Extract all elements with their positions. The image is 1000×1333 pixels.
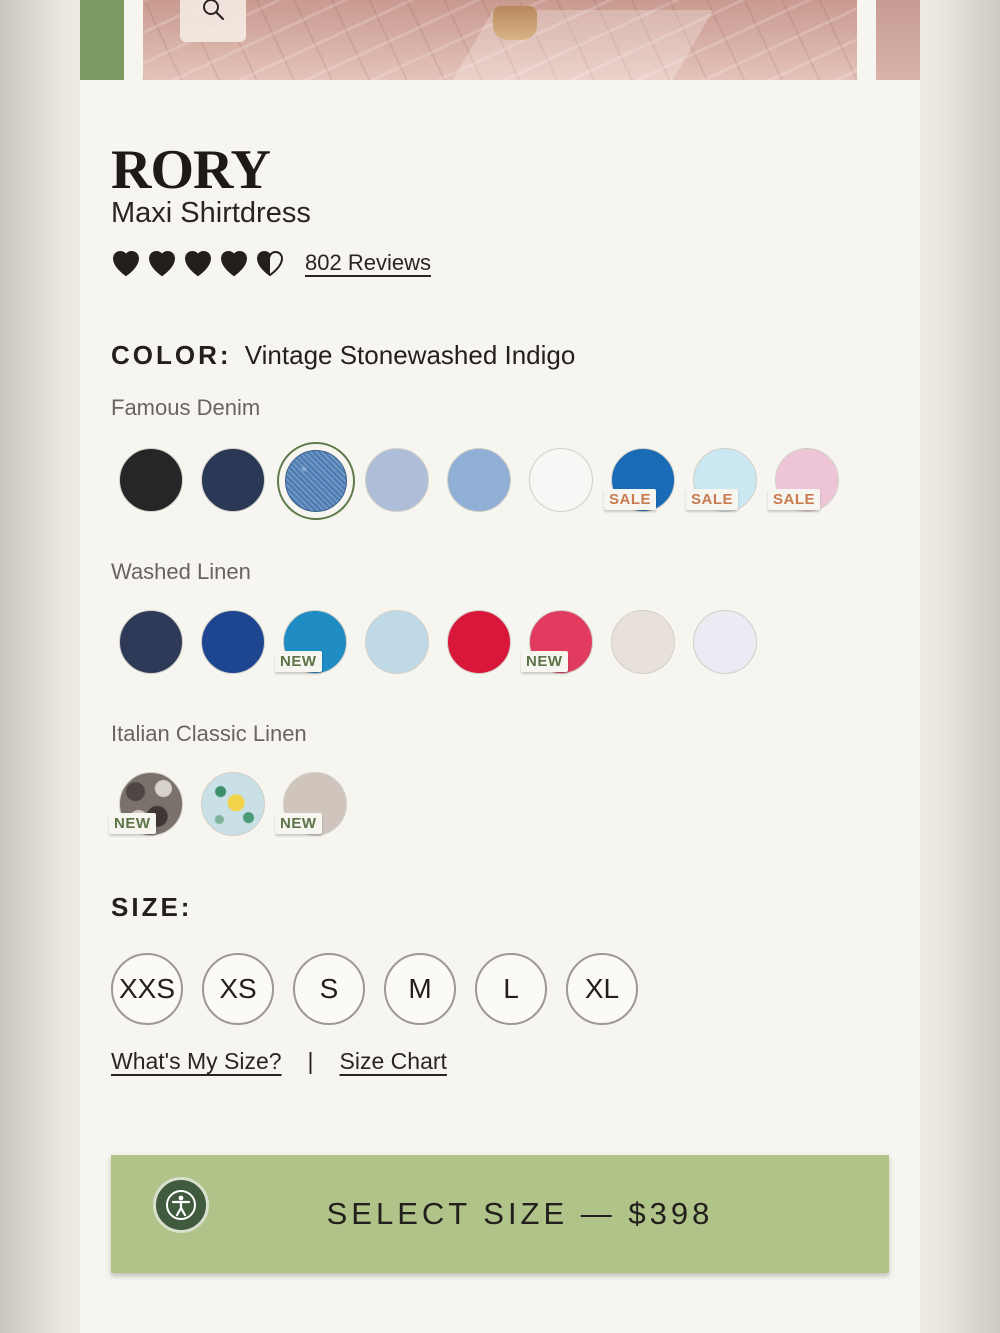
swatch-circle — [119, 610, 183, 674]
product-image[interactable] — [143, 0, 857, 80]
color-swatch[interactable] — [528, 447, 596, 515]
swatch-circle — [447, 610, 511, 674]
swatch-circle — [201, 772, 265, 836]
color-swatch[interactable] — [118, 609, 186, 677]
swatch-circle — [693, 610, 757, 674]
swatch-circle — [201, 448, 265, 512]
color-swatch[interactable] — [364, 609, 432, 677]
heart-icon — [256, 250, 284, 277]
color-swatch[interactable]: NEW — [275, 771, 350, 839]
size-option-xs[interactable]: XS — [202, 953, 274, 1025]
group-title-washed-linen: Washed Linen — [111, 559, 251, 584]
gallery-thumb-left[interactable] — [80, 0, 124, 80]
color-swatch[interactable] — [200, 447, 268, 515]
color-swatch[interactable]: SALE — [604, 447, 678, 515]
reviews-link[interactable]: 802 Reviews — [305, 250, 431, 276]
color-swatch[interactable] — [118, 447, 186, 515]
new-badge: NEW — [521, 651, 568, 672]
selected-swatch-circle — [277, 442, 355, 520]
size-options: XXS XS S M L XL — [111, 953, 657, 1025]
rating: 802 Reviews — [111, 248, 431, 278]
color-swatch[interactable]: SALE — [768, 447, 842, 515]
sale-badge: SALE — [768, 489, 821, 510]
color-label-key: COLOR: — [111, 340, 232, 370]
swatch-circle — [365, 610, 429, 674]
group-title-famous-denim: Famous Denim — [111, 395, 261, 420]
select-size-button[interactable]: SELECT SIZE — $398 — [111, 1155, 889, 1273]
color-swatch[interactable] — [364, 447, 432, 515]
color-label: COLOR: Vintage Stonewashed Indigo — [111, 340, 575, 371]
new-badge: NEW — [275, 651, 322, 672]
size-option-l[interactable]: L — [475, 953, 547, 1025]
new-badge: NEW — [275, 813, 322, 834]
product-page: RORY Maxi Shirtdress 802 Reviews COLOR: … — [80, 0, 920, 1333]
color-swatch[interactable] — [200, 609, 268, 677]
color-swatch[interactable]: NEW — [521, 609, 596, 677]
sale-badge: SALE — [604, 489, 657, 510]
group-title-italian-classic-linen: Italian Classic Linen — [111, 721, 307, 746]
color-swatch[interactable] — [692, 609, 760, 677]
heart-icon — [148, 250, 176, 277]
selected-color-name: Vintage Stonewashed Indigo — [244, 340, 576, 370]
swatch-circle — [365, 448, 429, 512]
image-gallery[interactable] — [80, 0, 920, 80]
size-help-links: What's My Size? | Size Chart — [111, 1048, 447, 1075]
accessibility-button[interactable] — [153, 1177, 209, 1233]
color-swatch[interactable]: SALE — [686, 447, 760, 515]
heart-icon — [220, 250, 248, 277]
color-swatch[interactable] — [446, 447, 514, 515]
heart-icon — [184, 250, 212, 277]
zoom-button[interactable] — [180, 0, 246, 42]
size-option-s[interactable]: S — [293, 953, 365, 1025]
image-shadow — [452, 10, 714, 80]
select-size-label: SELECT SIZE — $398 — [326, 1196, 714, 1231]
swatch-circle — [119, 448, 183, 512]
whats-my-size-link[interactable]: What's My Size? — [111, 1048, 282, 1075]
size-option-xl[interactable]: XL — [566, 953, 638, 1025]
sale-badge: SALE — [686, 489, 739, 510]
color-swatch[interactable] — [610, 609, 678, 677]
product-name: RORY — [111, 139, 271, 201]
magnifier-icon — [203, 0, 225, 21]
size-label: SIZE: — [111, 892, 193, 922]
new-badge: NEW — [109, 813, 156, 834]
heart-icon — [112, 250, 140, 277]
color-swatch[interactable] — [200, 771, 268, 839]
color-swatch[interactable] — [277, 442, 355, 520]
rating-hearts — [111, 248, 291, 278]
size-option-m[interactable]: M — [384, 953, 456, 1025]
gallery-thumb-right[interactable] — [876, 0, 920, 80]
swatch-circle — [447, 448, 511, 512]
accessibility-icon — [166, 1190, 196, 1220]
size-option-xxs[interactable]: XXS — [111, 953, 183, 1025]
link-separator: | — [307, 1048, 314, 1074]
product-subtitle: Maxi Shirtdress — [111, 197, 311, 229]
swatch-circle — [529, 448, 593, 512]
swatch-row-italian-classic-linen: NEW NEW — [109, 771, 364, 839]
color-swatch[interactable] — [446, 609, 514, 677]
image-shoe — [493, 6, 537, 40]
swatch-row-famous-denim: SALE SALE SALE — [118, 442, 856, 520]
color-swatch[interactable]: NEW — [109, 771, 186, 839]
swatch-circle — [201, 610, 265, 674]
size-chart-link[interactable]: Size Chart — [340, 1048, 447, 1075]
swatch-circle — [611, 610, 675, 674]
swatch-row-washed-linen: NEW NEW — [118, 609, 774, 677]
color-swatch[interactable]: NEW — [275, 609, 350, 677]
